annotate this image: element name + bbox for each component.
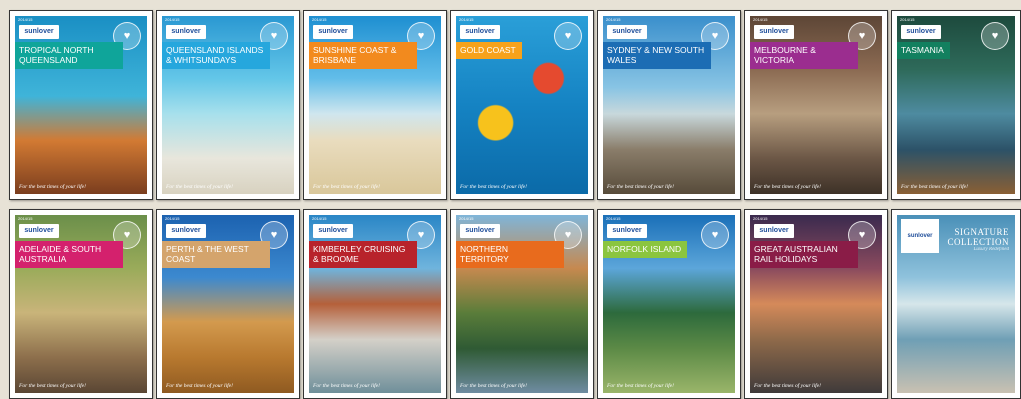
sunlover-logo: sunlover (166, 224, 206, 238)
brochure-card-kim[interactable]: 2014/15 sunlover ♥ KIMBERLEY CRUISING & BRO… (303, 209, 447, 399)
brochure-card-wa[interactable]: 2014/15 sunlover ♥ PERTH & THE WEST COAST Fo… (156, 209, 300, 399)
brochure-title: QUEENSLAND ISLANDS & WHITSUNDAYS (162, 42, 270, 69)
brochure-tagline: For the best times of your life! (19, 383, 86, 389)
brochure-title: ADELAIDE & SOUTH AUSTRALIA (15, 241, 123, 268)
sunlover-logo: sunlover (754, 25, 794, 39)
brochure-title: GOLD COAST (456, 42, 522, 59)
brochure-tagline: For the best times of your life! (460, 383, 527, 389)
brochure-cover: 2014/15 sunlover ♥ GREAT AUSTRALIAN RAIL HO… (750, 215, 882, 393)
brochure-cover: 2014/15 sunlover ♥ KIMBERLEY CRUISING & BRO… (309, 215, 441, 393)
sunlover-logo: sunlover (19, 25, 59, 39)
brochure-cover: 2014/15 sunlover ♥ SUNSHINE COAST & BRISBAN… (309, 16, 441, 194)
brochure-cover: 2014/15 sunlover ♥ QUEENSLAND ISLANDS & WHI… (162, 16, 294, 194)
sunlover-logo: sunlover (19, 224, 59, 238)
brochure-cover: 2014/15 sunlover ♥ NORTHERN TERRITORY For th… (456, 215, 588, 393)
sunlover-logo: sunlover (166, 25, 206, 39)
brochure-card-sun[interactable]: 2014/15 sunlover ♥ SUNSHINE COAST & BRISBAN… (303, 10, 447, 200)
brochure-tagline: For the best times of your life! (313, 184, 380, 190)
brochure-title: SIGNATURE COLLECTION (947, 227, 1009, 247)
sunlover-logo: sunlover (460, 224, 500, 238)
brochure-tagline: For the best times of your life! (19, 184, 86, 190)
brochure-tagline: For the best times of your life! (607, 184, 674, 190)
brochure-cover: 2014/15 sunlover ♥ GOLD COAST For the best t… (456, 16, 588, 194)
brochure-tagline: For the best times of your life! (460, 184, 527, 190)
brochure-title: PERTH & THE WEST COAST (162, 241, 270, 268)
brochure-card-rail[interactable]: 2014/15 sunlover ♥ GREAT AUSTRALIAN RAIL HO… (744, 209, 888, 399)
sunlover-logo: sunlover (313, 224, 353, 238)
brochure-tagline: For the best times of your life! (607, 383, 674, 389)
brochure-card-nfi[interactable]: 2014/15 sunlover ♥ NORFOLK ISLAND For the be… (597, 209, 741, 399)
brochure-cover: 2014/15 sunlover ♥ NORFOLK ISLAND For the be… (603, 215, 735, 393)
brochure-cover: sunlover SIGNATURE COLLECTION Luxury Redef… (897, 215, 1015, 393)
brochure-card-sig[interactable]: sunlover SIGNATURE COLLECTION Luxury Redef… (891, 209, 1021, 399)
brochure-card-tas[interactable]: 2014/15 sunlover ♥ TASMANIA For the best tim… (891, 10, 1021, 200)
heart-seal-icon: ♥ (554, 22, 582, 50)
sunlover-logo: sunlover (901, 25, 941, 39)
brochure-cover: 2014/15 sunlover ♥ PERTH & THE WEST COAST Fo… (162, 215, 294, 393)
sunlover-logo: sunlover (607, 224, 647, 238)
sunlover-logo: sunlover (460, 25, 500, 39)
brochure-tagline: For the best times of your life! (901, 184, 968, 190)
brochure-card-qld[interactable]: 2014/15 sunlover ♥ QUEENSLAND ISLANDS & WHI… (156, 10, 300, 200)
brochure-tagline: For the best times of your life! (166, 184, 233, 190)
brochure-card-sa[interactable]: 2014/15 sunlover ♥ ADELAIDE & SOUTH AUSTRAL… (9, 209, 153, 399)
brochure-grid: 2014/15 sunlover ♥ TROPICAL NORTH QUEENSLAN… (0, 0, 1021, 399)
signature-title: SIGNATURE COLLECTION Luxury Redefined (897, 227, 1010, 252)
brochure-tagline: For the best times of your life! (313, 383, 380, 389)
sunlover-logo: sunlover (313, 25, 353, 39)
brochure-title: KIMBERLEY CRUISING & BROOME (309, 241, 417, 268)
brochure-card-vic[interactable]: 2014/15 sunlover ♥ MELBOURNE & VICTORIA For … (744, 10, 888, 200)
brochure-card-nt[interactable]: 2014/15 sunlover ♥ NORTHERN TERRITORY For th… (450, 209, 594, 399)
brochure-cover: 2014/15 sunlover ♥ SYDNEY & NEW SOUTH WALES… (603, 16, 735, 194)
brochure-card-tnq[interactable]: 2014/15 sunlover ♥ TROPICAL NORTH QUEENSLAN… (9, 10, 153, 200)
heart-seal-icon: ♥ (981, 22, 1009, 50)
brochure-cover: 2014/15 sunlover ♥ TASMANIA For the best tim… (897, 16, 1015, 194)
brochure-cover: 2014/15 sunlover ♥ ADELAIDE & SOUTH AUSTRAL… (15, 215, 147, 393)
brochure-title: NORTHERN TERRITORY (456, 241, 564, 268)
brochure-cover: 2014/15 sunlover ♥ TROPICAL NORTH QUEENSLAN… (15, 16, 147, 194)
brochure-card-nsw[interactable]: 2014/15 sunlover ♥ SYDNEY & NEW SOUTH WALES… (597, 10, 741, 200)
sunlover-logo: sunlover (607, 25, 647, 39)
brochure-title: TASMANIA (897, 42, 950, 59)
heart-seal-icon: ♥ (701, 221, 729, 249)
brochure-tagline: For the best times of your life! (754, 383, 821, 389)
sunlover-logo: sunlover (754, 224, 794, 238)
brochure-card-gold[interactable]: 2014/15 sunlover ♥ GOLD COAST For the best t… (450, 10, 594, 200)
brochure-title: GREAT AUSTRALIAN RAIL HOLIDAYS (750, 241, 858, 268)
brochure-tagline: For the best times of your life! (166, 383, 233, 389)
brochure-title: TROPICAL NORTH QUEENSLAND (15, 42, 123, 69)
brochure-subtitle: Luxury Redefined (973, 247, 1009, 252)
brochure-title: SUNSHINE COAST & BRISBANE (309, 42, 417, 69)
brochure-cover: 2014/15 sunlover ♥ MELBOURNE & VICTORIA For … (750, 16, 882, 194)
brochure-tagline: For the best times of your life! (754, 184, 821, 190)
brochure-title: NORFOLK ISLAND (603, 241, 688, 258)
brochure-title: MELBOURNE & VICTORIA (750, 42, 858, 69)
brochure-title: SYDNEY & NEW SOUTH WALES (603, 42, 711, 69)
